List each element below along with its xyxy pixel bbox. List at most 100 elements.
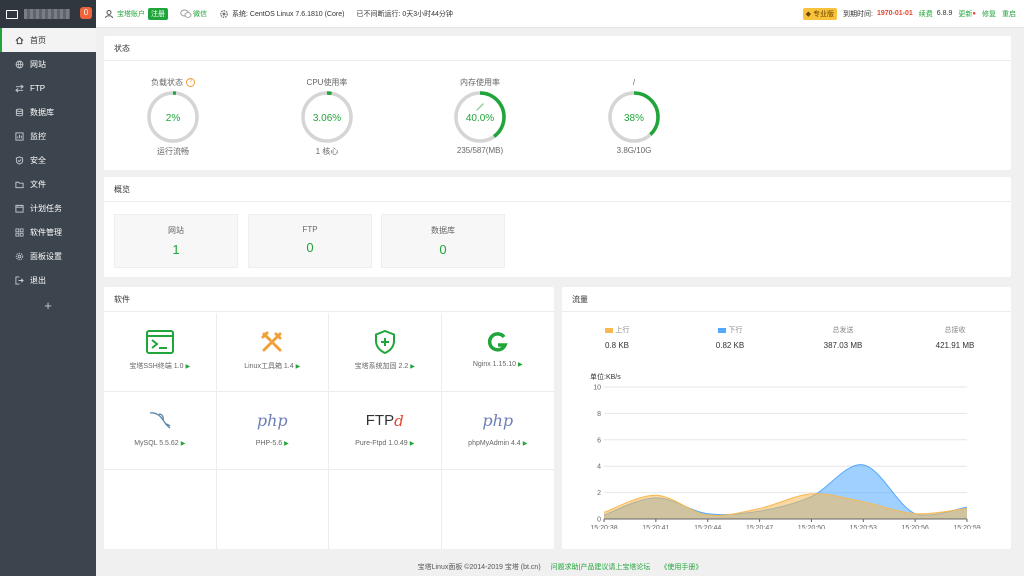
software-item[interactable]: Nginx 1.15.10 ▶ [441,313,554,392]
software-item[interactable]: 宝塔SSH终端 1.0 ▶ [104,313,217,392]
software-grid: 宝塔SSH终端 1.0 ▶ Linux工具箱 1.4 ▶ 宝塔系统加固 2.2 ▶ N… [104,313,554,549]
memory-gauge[interactable]: 内存使用率 40.0% 235/587(MB) [425,76,535,155]
stat-label: 总发送 [832,327,854,334]
empty-slot [442,470,555,549]
sidebar-item-monitor[interactable]: 监控 [0,124,96,148]
bt-account-link[interactable]: 宝塔账户 [117,9,145,19]
status-panel: 状态 负载状态? 2% 运行流畅 CPU使用率 3.06% 1 核心 内存使用率… [104,36,1011,170]
register-button[interactable]: 注册 [148,7,168,20]
stat-value: 0.8 KB [604,341,629,350]
sidebar-item-home[interactable]: 首页 [0,28,96,52]
x-tick-label: 15:20:56 [902,525,929,529]
x-tick-label: 15:20:50 [798,525,825,529]
total-received-stat: 总接收 421.91 MB [905,325,1005,350]
overview-value: 0 [306,240,314,255]
manual-link[interactable]: 《使用手册》 [660,564,702,571]
load-gauge[interactable]: 负载状态? 2% 运行流畅 [118,76,228,157]
panel-title: 状态 [104,36,1011,61]
logout-icon [15,275,24,285]
software-name: 宝塔SSH终端 1.0 ▶ [129,363,191,370]
gauge-sub: 1 核心 [315,147,339,156]
sidebar-item-label: 安全 [30,155,46,165]
stat-label: 总接收 [944,327,966,334]
sidebar-item-logout[interactable]: 退出 [0,268,96,292]
gauge-label: 负载状态? [118,76,228,88]
y-tick-label: 8 [597,411,601,418]
expire-date: 1970-01-01 [876,10,913,17]
help-icon[interactable]: ? [186,77,195,87]
pro-badge[interactable]: ◆ 专业版 [802,7,838,20]
legend-swatch-download [717,327,726,333]
panel-title: 软件 [104,287,554,312]
cpu-gauge[interactable]: CPU使用率 3.06% 1 核心 [272,76,382,157]
x-tick-label: 15:20:41 [642,525,669,529]
software-name: phpMyAdmin 4.4 ▶ [468,439,528,447]
renew-link[interactable]: 续费 [919,9,933,19]
server-name-blurred [24,9,70,19]
empty-slot [104,470,217,549]
copyright-text: 宝塔Linux面板 ©2014-2019 宝塔 (bt.cn) [417,564,541,571]
shield-icon [15,155,24,165]
x-tick-label: 15:20:38 [590,525,617,529]
sidebar-item-cron[interactable]: 计划任务 [0,196,96,220]
traffic-chart: 单位:KB/s 0 2 4 6 8 10 15:20:38 15:20:41 15:20:44 15… [590,372,981,529]
wechat-group[interactable]: 微信 [180,9,207,19]
series-area-上行 [604,493,967,519]
overview-card-database[interactable]: 数据库 0 [381,214,505,268]
wechat-link[interactable]: 微信 [193,9,207,19]
overview-value: 1 [172,242,180,257]
restart-link[interactable]: 重启 [1002,9,1016,19]
software-item[interactable]: php PHP-5.6 ▶ [216,391,329,470]
footer: 宝塔Linux面板 ©2014-2019 宝塔 (bt.cn) 问题求助|产品建… [96,562,1024,572]
update-link[interactable]: 更新 [958,9,972,19]
stat-value: 0.82 KB [715,341,745,350]
download-stat: 下行 0.82 KB [680,325,780,350]
y-tick-label: 2 [597,490,601,497]
sidebar-item-files[interactable]: 文件 [0,172,96,196]
sidebar-item-label: 监控 [30,131,46,141]
software-name: 宝塔系统加固 2.2 ▶ [354,363,415,370]
overview-card-ftp[interactable]: FTP 0 [248,214,372,268]
sidebar-item-database[interactable]: 数据库 [0,100,96,124]
php-icon: php [482,411,514,430]
sidebar: 0 首页 网站 FTP 数据库 监控 安全 文件 计划任务 软件管理 面板设置 … [0,0,96,576]
overview-label: FTP [302,225,318,234]
software-item[interactable]: 宝塔系统加固 2.2 ▶ [329,313,442,392]
software-item[interactable]: Linux工具箱 1.4 ▶ [216,313,329,392]
y-tick-label: 6 [597,437,601,444]
shield-plus-icon [329,326,441,358]
database-icon [15,108,24,117]
gauge-label: 内存使用率 [460,77,500,87]
overview-card-website[interactable]: 网站 1 [114,214,238,268]
sidebar-item-label: 计划任务 [30,203,62,213]
sidebar-item-ftp[interactable]: FTP [0,76,96,100]
uptime-info: 已不间断运行: 0天3小时44分钟 [356,9,452,19]
notification-badge[interactable]: 0 [80,7,92,19]
add-shortcut-button[interactable]: + [0,298,96,313]
forum-link[interactable]: 问题求助|产品建议请上宝塔论坛 [551,564,651,571]
monitor-icon [15,131,24,141]
clock-icon [15,204,24,213]
system-text: 系统: CentOS Linux 7.6.1810 (Core) [232,10,345,18]
sidebar-item-settings[interactable]: 面板设置 [0,244,96,268]
sidebar-item-website[interactable]: 网站 [0,52,96,76]
fix-link[interactable]: 修复 [982,9,996,19]
software-name: Nginx 1.15.10 ▶ [472,361,523,368]
disk-gauge[interactable]: / 38% 3.8G/10G [579,76,689,155]
software-item[interactable]: FTP d Pure-Ftpd 1.0.49 ▶ [329,391,442,470]
empty-slot [329,470,442,549]
apps-icon [15,227,24,237]
sidebar-menu: 首页 网站 FTP 数据库 监控 安全 文件 计划任务 软件管理 面板设置 退出 [0,28,96,292]
sidebar-item-label: 文件 [30,179,46,189]
software-item[interactable]: php phpMyAdmin 4.4 ▶ [441,392,554,470]
update-dot: ● [972,10,976,17]
total-sent-stat: 总发送 387.03 MB [793,325,893,350]
sidebar-item-label: 数据库 [30,107,54,117]
wechat-icon [180,9,192,19]
sidebar-item-software[interactable]: 软件管理 [0,220,96,244]
software-item[interactable]: MySQL 5.5.62 ▶ [104,391,217,470]
overview-label: 数据库 [431,226,455,235]
tools-icon [217,326,329,358]
sidebar-item-security[interactable]: 安全 [0,148,96,172]
monitor-icon [6,9,18,19]
